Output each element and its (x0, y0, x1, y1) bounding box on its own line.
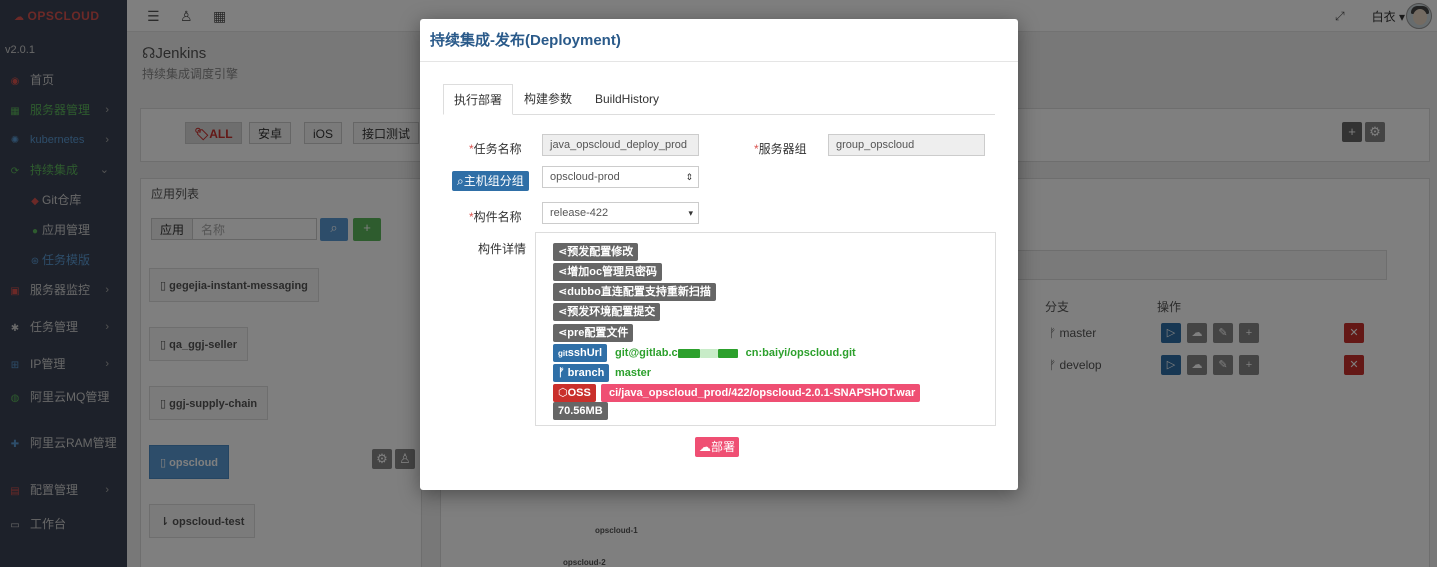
ssh-url-label: sshUrl (567, 347, 603, 359)
host-group-button[interactable]: ⌕主机组分组 (452, 171, 529, 191)
tab-build-history[interactable]: BuildHistory (585, 84, 669, 115)
branch-value: master (615, 367, 652, 379)
branch-label: branch (567, 367, 605, 379)
cube-icon: ⬡ (558, 387, 568, 399)
artifact-label: *构件名称 (469, 210, 522, 224)
artifact-label-text: 构件名称 (473, 210, 522, 224)
oss-label: OSS (567, 387, 591, 399)
share-icon: ⋖ (558, 286, 568, 298)
share-icon: ⋖ (558, 266, 568, 278)
oss-path-tag: ci/java_opscloud_prod/422/opscloud-2.0.1… (601, 384, 921, 402)
git-icon: git (558, 349, 568, 358)
details-label: 构件详情 (478, 242, 527, 256)
artifact-details: ⋖预发配置修改 ⋖增加oc管理员密码 ⋖dubbo直连配置支持重新扫描 ⋖预发环… (535, 232, 996, 426)
task-name-field[interactable]: java_opscloud_deploy_prod (542, 134, 699, 156)
oss-tag: ⬡OSS (553, 384, 596, 402)
ssh-url-value: git@gitlab.c cn:baiyi/opscloud.git (615, 347, 856, 359)
commit-message: 增加oc管理员密码 (567, 266, 658, 278)
commit-tag: ⋖增加oc管理员密码 (553, 263, 663, 281)
deployment-modal: 持续集成-发布(Deployment) 执行部署 构建参数 BuildHisto… (420, 19, 1018, 490)
tab-build-params[interactable]: 构建参数 (514, 84, 582, 115)
task-name-label-text: 任务名称 (473, 142, 522, 156)
commit-tag: ⋖dubbo直连配置支持重新扫描 (553, 283, 716, 301)
select-arrows-icon: ⇕ (685, 172, 693, 182)
server-group-label: *服务器组 (754, 142, 807, 156)
cloud-upload-icon: ☁ (699, 440, 711, 454)
commit-tag: ⋖预发配置修改 (553, 243, 639, 261)
branch-icon: ᚠ (558, 367, 568, 379)
modal-title: 持续集成-发布(Deployment) (420, 19, 1018, 62)
share-icon: ⋖ (558, 306, 568, 318)
deploy-button-label: 部署 (711, 440, 736, 454)
commit-message: 预发环境配置提交 (567, 306, 656, 318)
deploy-button[interactable]: ☁部署 (695, 437, 740, 457)
host-group-button-label: 主机组分组 (463, 174, 524, 188)
ssh-url-prefix: git@gitlab.c (615, 347, 678, 359)
commit-message: dubbo直连配置支持重新扫描 (567, 286, 711, 298)
ssh-url-suffix: cn:baiyi/opscloud.git (745, 347, 856, 359)
branch-tag: ᚠ branch (553, 364, 610, 382)
tab-deploy[interactable]: 执行部署 (443, 84, 514, 115)
modal-tabs: 执行部署 构建参数 BuildHistory (443, 84, 995, 115)
size-tag: 70.56MB (553, 402, 608, 420)
redaction-mask (699, 348, 718, 358)
caret-down-icon: ▾ (688, 208, 693, 218)
artifact-select[interactable]: release-422 ▾ (542, 202, 699, 224)
share-icon: ⋖ (558, 327, 568, 339)
search-icon: ⌕ (457, 174, 464, 188)
redaction-mask (717, 348, 738, 358)
ssh-url-tag: gitsshUrl (553, 344, 608, 362)
share-icon: ⋖ (558, 246, 568, 258)
server-group-field[interactable]: group_opscloud (828, 134, 985, 156)
task-name-label: *任务名称 (469, 142, 522, 156)
artifact-select-value: release-422 (550, 207, 609, 219)
host-group-select[interactable]: opscloud-prod ⇕ (542, 166, 699, 188)
redaction-mask (677, 348, 700, 358)
server-group-label-text: 服务器组 (758, 142, 807, 156)
commit-message: pre配置文件 (567, 327, 629, 339)
commit-tag: ⋖pre配置文件 (553, 324, 634, 342)
commit-message: 预发配置修改 (567, 246, 634, 258)
host-group-select-value: opscloud-prod (550, 171, 620, 183)
commit-tag: ⋖预发环境配置提交 (553, 303, 661, 321)
